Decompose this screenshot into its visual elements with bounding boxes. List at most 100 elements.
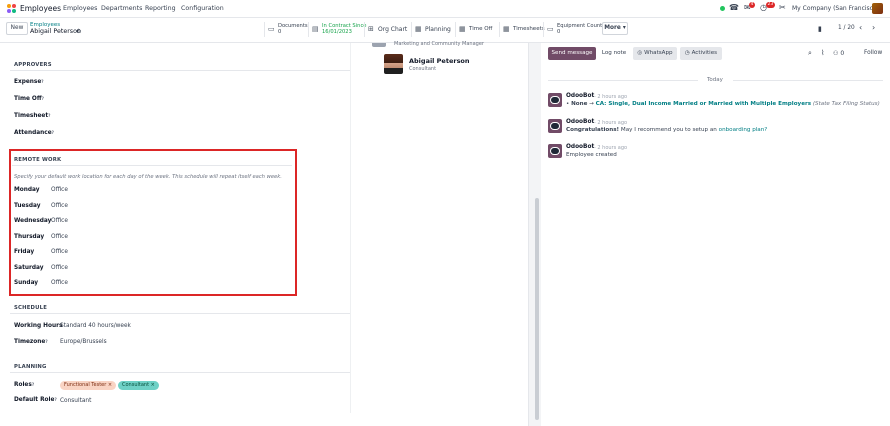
follow-button[interactable]: Follow [864, 50, 882, 56]
day-label-monday: Monday [14, 187, 40, 193]
column-divider [350, 43, 351, 413]
app-menu-icon[interactable] [7, 4, 17, 14]
followers-button[interactable]: ⚇ 0 [833, 50, 844, 57]
laptop-icon: ▭ [547, 25, 554, 33]
smart-button-planning[interactable]: ▦ Planning [411, 22, 455, 37]
section-divider [10, 313, 350, 314]
message-body-created: Employee created [566, 152, 617, 158]
date-separator-today: Today [707, 77, 723, 83]
coach-role: Consultant [409, 66, 437, 72]
timezone-field[interactable]: Europe/Brussels [60, 339, 107, 345]
day-label-thursday: Thursday [14, 234, 45, 240]
message-author[interactable]: OdooBot [566, 93, 594, 99]
new-button[interactable]: New [6, 22, 28, 35]
smart-button-time-off[interactable]: ▦ Time Off [455, 22, 499, 37]
message-author[interactable]: OdooBot [566, 144, 594, 150]
message-body-congratulations: Congratulations! May I recommend you to … [566, 127, 768, 133]
coach-name[interactable]: Abigail Peterson [409, 57, 470, 65]
field-label-timesheet: Timesheet? [14, 113, 51, 119]
settings-icon[interactable]: ✂ [779, 3, 789, 13]
menu-departments[interactable]: Departments [101, 5, 142, 12]
work-location-saturday[interactable]: Office [51, 265, 68, 271]
scrollbar-thumb[interactable] [535, 198, 539, 420]
breadcrumb-current: Abigail Peterson [30, 28, 81, 35]
work-location-friday[interactable]: Office [51, 249, 68, 255]
field-label-roles: Roles? [14, 382, 35, 388]
phone-icon[interactable]: ☎ [729, 3, 739, 13]
work-location-sunday[interactable]: Office [51, 280, 68, 286]
field-label-timezone: Timezone? [14, 339, 48, 345]
odoobot-avatar[interactable] [548, 93, 562, 107]
section-divider [10, 70, 350, 71]
section-remote-work-title: REMOTE WORK [14, 157, 62, 163]
work-location-monday[interactable]: Office [51, 187, 68, 193]
manager-job-title: Marketing and Community Manager [394, 41, 484, 47]
message-time: - 2 hours ago [594, 94, 628, 100]
day-label-saturday: Saturday [14, 265, 44, 271]
day-label-wednesday: Wednesday [14, 218, 52, 224]
onboarding-plan-link[interactable]: onboarding plan? [719, 127, 768, 133]
message-body-tracking: • None → CA: Single, Dual Income Married… [566, 101, 880, 107]
calendar-icon: ▦ [503, 25, 510, 33]
section-approvers-title: APPROVERS [14, 62, 52, 68]
role-tag-consultant[interactable]: Consultant × [118, 381, 159, 390]
field-label-default-role: Default Role? [14, 397, 57, 403]
coach-avatar[interactable] [384, 54, 403, 74]
messages-badge: 4 [749, 2, 755, 8]
send-message-button[interactable]: Send message [548, 47, 596, 60]
smart-button-contract[interactable]: ▤ In Contract Since 16/01/2023 [308, 22, 367, 37]
gear-icon[interactable]: ⚙ [76, 28, 81, 35]
presence-status-icon[interactable] [720, 6, 725, 11]
message-time: - 2 hours ago [594, 145, 628, 151]
odoobot-avatar[interactable] [548, 144, 562, 158]
user-avatar[interactable] [872, 3, 883, 14]
log-note-button[interactable]: Log note [598, 47, 630, 60]
app-name[interactable]: Employees [20, 4, 61, 13]
work-location-wednesday[interactable]: Office [51, 218, 68, 224]
pager-previous-icon[interactable]: ‹ [859, 23, 862, 32]
pager-next-icon[interactable]: › [872, 23, 875, 32]
paperclip-icon[interactable]: ⌇ [821, 49, 824, 57]
odoobot-avatar[interactable] [548, 119, 562, 133]
top-navbar: Employees Employees Departments Reportin… [0, 0, 890, 18]
search-icon[interactable]: ⌕ [808, 49, 812, 58]
org-chart-icon: ⊞ [368, 25, 374, 33]
activity-badge: 23 [766, 2, 775, 8]
contract-icon: ▤ [312, 25, 319, 33]
smart-button-timesheets[interactable]: ▦ Timesheets [499, 22, 545, 37]
control-panel: New Employees Abigail Peterson ⚙ ▭ Docum… [0, 18, 890, 43]
message-time: - 2 hours ago [594, 120, 628, 126]
clock-icon: ◷ [684, 50, 690, 56]
archive-icon[interactable]: ▮ [818, 24, 828, 34]
day-label-sunday: Sunday [14, 280, 39, 286]
manager-avatar [372, 43, 386, 47]
calendar-icon: ▦ [459, 25, 466, 33]
activities-button[interactable]: ◷ Activities [680, 47, 722, 60]
smart-button-documents[interactable]: ▭ Documents 0 [264, 22, 308, 37]
field-label-expense: Expense? [14, 79, 44, 85]
smart-button-org-chart[interactable]: ⊞ Org Chart [364, 22, 410, 37]
smart-button-equipment[interactable]: ▭ Equipment Count 0 [543, 22, 602, 37]
menu-configuration[interactable]: Configuration [181, 5, 224, 12]
message-author[interactable]: OdooBot [566, 119, 594, 125]
menu-employees[interactable]: Employees [63, 5, 97, 12]
field-label-working-hours: Working Hours [14, 323, 63, 329]
pager-value[interactable]: 1 / 20 [838, 25, 855, 31]
role-tag-functional-tester[interactable]: Functional Tester × [60, 381, 117, 390]
default-role-field[interactable]: Consultant [60, 398, 91, 404]
whatsapp-button[interactable]: ◎ WhatsApp [633, 47, 677, 60]
menu-reporting[interactable]: Reporting [145, 5, 176, 12]
calendar-icon: ▦ [415, 25, 422, 33]
company-switcher[interactable]: My Company (San Francisco) [792, 5, 879, 12]
working-hours-field[interactable]: Standard 40 hours/week [60, 323, 131, 329]
work-location-thursday[interactable]: Office [51, 234, 68, 240]
user-icon: ⚇ [833, 50, 839, 57]
more-button[interactable]: More ▾ [602, 22, 628, 35]
section-planning-title: PLANNING [14, 364, 47, 370]
date-separator-line [548, 80, 698, 81]
section-divider [10, 372, 350, 373]
file-icon: ▭ [268, 25, 275, 33]
work-location-tuesday[interactable]: Office [51, 203, 68, 209]
field-label-attendance: Attendance? [14, 130, 54, 136]
section-divider [12, 165, 292, 166]
